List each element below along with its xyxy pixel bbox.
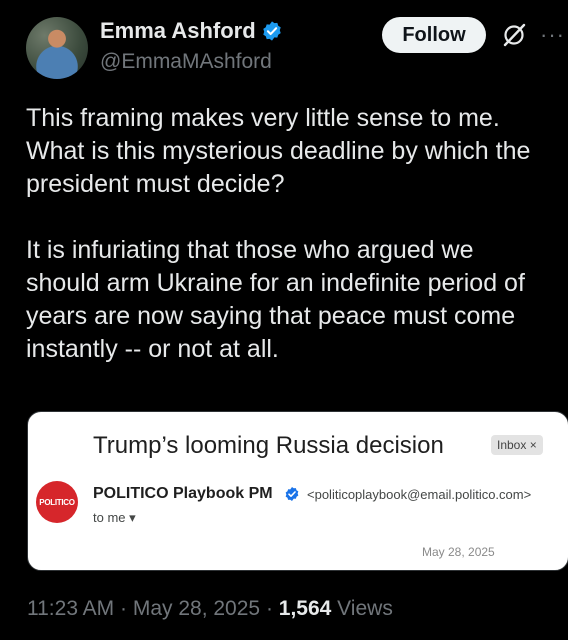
email-sender-address: <politicoplaybook@email.politico.com> (307, 487, 532, 502)
views-count: 1,564 (278, 597, 332, 620)
meta-separator: · (114, 597, 133, 620)
avatar[interactable] (26, 17, 88, 79)
author-name-row[interactable]: Emma Ashford (100, 18, 283, 44)
email-date: May 28, 2025 (422, 545, 495, 559)
meta-separator: · (260, 597, 279, 620)
tweet-date[interactable]: May 28, 2025 (133, 597, 260, 620)
more-icon[interactable]: ··· (540, 24, 565, 46)
grok-icon[interactable] (501, 22, 527, 48)
sender-verified-icon (285, 487, 299, 501)
tweet-time[interactable]: 11:23 AM (27, 597, 114, 620)
email-screenshot-image[interactable]: Trump’s looming Russia decision Inbox × … (27, 411, 568, 571)
email-sender-name: POLITICO Playbook PM (93, 485, 273, 502)
display-name[interactable]: Emma Ashford (100, 18, 256, 44)
tweet-line: It is infuriating that those who argued … (26, 236, 474, 264)
tweet-line: What is this mysterious deadline by whic… (26, 137, 531, 165)
politico-logo: POLITICO (36, 481, 78, 523)
inbox-label-badge: Inbox × (491, 435, 543, 455)
email-recipient: to me ▾ (93, 510, 136, 525)
verified-badge-icon (262, 21, 281, 41)
tweet-line: president must decide? (26, 170, 285, 198)
tweet-meta: 11:23 AM · May 28, 2025 · 1,564 Views (27, 597, 393, 621)
author-handle[interactable]: @EmmaMAshford (100, 50, 272, 74)
views-label: Views (331, 597, 393, 620)
tweet-text: This framing makes very little sense to … (26, 102, 568, 366)
follow-button[interactable]: Follow (382, 17, 486, 53)
email-subject: Trump’s looming Russia decision (93, 432, 444, 459)
tweet-line: years are now saying that peace must com… (26, 302, 516, 330)
tweet-line: instantly -- or not at all. (26, 335, 279, 363)
tweet-line: should arm Ukraine for an indefinite per… (26, 269, 525, 297)
tweet-line: This framing makes very little sense to … (26, 104, 500, 132)
